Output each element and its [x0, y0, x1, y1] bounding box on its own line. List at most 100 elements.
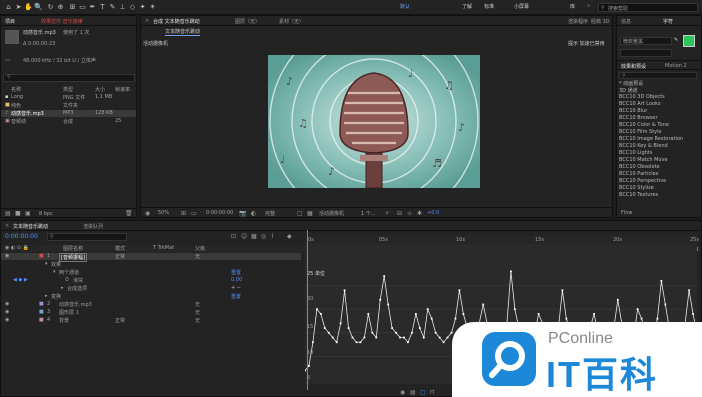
parent-select[interactable]: 无: [195, 253, 200, 260]
timeline-icon[interactable]: ⊟: [397, 210, 402, 217]
table-row[interactable]: ▸ 变换 重置: [1, 293, 301, 300]
draft-3d-icon[interactable]: ⊡: [231, 233, 236, 240]
show-properties-icon[interactable]: ◉: [400, 389, 405, 396]
roi-icon[interactable]: ▢: [297, 210, 303, 217]
label-color-icon[interactable]: ■: [39, 253, 44, 259]
motion-blur-icon[interactable]: ◎: [261, 233, 266, 240]
layer-name[interactable]: 背景: [59, 317, 69, 324]
graph-editor-icon[interactable]: ⌇: [271, 233, 274, 240]
table-row[interactable]: ▾ 两个通道 重置: [1, 269, 301, 276]
audio-icon[interactable]: ◉: [5, 301, 9, 307]
list-item[interactable]: ■ 纯色 文件夹: [1, 102, 136, 109]
tab-project[interactable]: 项目: [5, 18, 15, 25]
brush-tool-icon[interactable]: ✎: [108, 3, 117, 12]
channel-icon[interactable]: ◐: [251, 210, 256, 217]
workspace-standard[interactable]: 标准: [484, 3, 494, 10]
roto-tool-icon[interactable]: ✦: [138, 3, 147, 12]
reset-link[interactable]: 重置: [231, 269, 241, 276]
column-fps[interactable]: 帧速率: [115, 86, 130, 93]
camera-tool-icon[interactable]: ⊕: [56, 3, 65, 12]
fill-color-swatch[interactable]: [683, 35, 695, 47]
column-parent[interactable]: 父级: [195, 245, 205, 252]
slider-value[interactable]: 0.00: [231, 277, 242, 283]
visibility-icon[interactable]: ◉: [5, 253, 9, 259]
delete-icon[interactable]: 🗑: [125, 210, 133, 217]
compositing-toggle[interactable]: + −: [231, 285, 241, 291]
help-search[interactable]: ⚲ 搜索帮助: [598, 3, 698, 12]
stamp-tool-icon[interactable]: ⊥: [118, 3, 127, 12]
new-composition-icon[interactable]: ▣: [25, 210, 31, 217]
flowchart-icon[interactable]: ⊹: [407, 210, 412, 217]
effect-category[interactable]: BCC10 Textures: [619, 192, 699, 199]
tab-render-queue[interactable]: 渲染队列: [83, 223, 103, 230]
interpret-footage-icon[interactable]: ▤: [5, 210, 11, 217]
layer-name[interactable]: 图形层 1: [59, 309, 79, 316]
effect-category[interactable]: BCC10 Match Move: [619, 157, 699, 164]
fast-preview-icon[interactable]: ⚡: [385, 210, 389, 217]
tab-footage[interactable]: 素材（无）: [279, 18, 304, 25]
tab-info[interactable]: 信息: [621, 18, 631, 25]
graph-options-icon[interactable]: ▤: [410, 389, 416, 396]
mask-icon[interactable]: ▭: [191, 210, 197, 217]
flow-label[interactable]: Flow: [621, 210, 632, 216]
rotate-tool-icon[interactable]: ↻: [46, 3, 55, 12]
keyframe-nav-icon[interactable]: ◀ ◆ ▶: [13, 277, 28, 283]
visibility-icon[interactable]: ◉: [5, 317, 9, 323]
table-row[interactable]: ◉ ■ 3 图形层 1 无: [1, 309, 301, 316]
label-color-icon[interactable]: ■: [39, 309, 44, 315]
frame-blend-icon[interactable]: ▦: [251, 233, 257, 240]
parent-select[interactable]: 无: [195, 309, 200, 316]
always-preview-icon[interactable]: ◉: [145, 210, 150, 217]
font-family-select[interactable]: 微软雅黑: [620, 37, 672, 45]
exposure-icon[interactable]: ✱: [417, 210, 422, 217]
mode-select[interactable]: 正常: [115, 253, 125, 260]
workspace-library[interactable]: 库: [570, 3, 575, 10]
table-row[interactable]: ▾ 效果: [1, 261, 301, 268]
search-input[interactable]: 搜索帮助: [608, 5, 628, 12]
workspace-more-icon[interactable]: »: [587, 3, 590, 9]
table-row[interactable]: ◀ ◆ ▶ ⏱ 滑块 0.00: [1, 277, 301, 284]
effect-category[interactable]: BCC10 Browser: [619, 115, 699, 122]
tab-motion[interactable]: Motion 2: [665, 63, 687, 69]
tab-composition[interactable]: 合成 文本随音乐跳动: [153, 18, 200, 25]
comp-sub-tab[interactable]: 文本随音乐跳动: [165, 28, 201, 36]
effect-category[interactable]: BCC10 3D Objects: [619, 94, 699, 101]
effect-category[interactable]: BCC10 Lights: [619, 150, 699, 157]
parent-select[interactable]: 无: [195, 301, 200, 308]
playhead[interactable]: [307, 230, 308, 390]
parent-select[interactable]: 无: [195, 317, 200, 324]
home-icon[interactable]: ⌂: [4, 3, 13, 12]
tab-character[interactable]: 字符: [663, 18, 673, 25]
hand-tool-icon[interactable]: ✋: [24, 3, 33, 12]
list-item[interactable]: ▪ Long PNG 文件 1.1 MB: [1, 94, 136, 101]
list-item[interactable]: ♪ 动感音乐.mp3 MP3 128 KB: [1, 110, 136, 117]
exposure-value[interactable]: +0.0: [427, 210, 439, 216]
effect-category[interactable]: BCC10 Color & Tone: [619, 122, 699, 129]
project-search-input[interactable]: [3, 74, 135, 82]
transform-box-icon[interactable]: ▢: [420, 389, 426, 396]
effect-category[interactable]: * 动画预设: [619, 80, 699, 87]
puppet-tool-icon[interactable]: ✶: [148, 3, 157, 12]
keyframe-icon[interactable]: ◆: [287, 233, 292, 240]
effects-search-input[interactable]: ⚲: [619, 72, 697, 79]
views-select[interactable]: 1 个...: [361, 210, 376, 217]
workspace-default[interactable]: 默认: [400, 3, 410, 10]
effect-category[interactable]: BCC10 Image Restoration: [619, 136, 699, 143]
renderer-value[interactable]: 经典 3D: [591, 18, 610, 25]
layer-name[interactable]: 动感音乐.mp3: [59, 301, 92, 308]
transform-reset-link[interactable]: 重置: [231, 293, 241, 300]
effect-category[interactable]: BCC10 Blur: [619, 108, 699, 115]
table-row[interactable]: ◉ ■ 2 动感音乐.mp3 无: [1, 301, 301, 308]
snap-icon[interactable]: ⊓: [430, 389, 435, 396]
expand-icon[interactable]: ▸: [61, 285, 64, 291]
column-name[interactable]: 名称: [11, 86, 21, 93]
tab-effects-presets[interactable]: 效果和预设: [621, 63, 646, 70]
eraser-tool-icon[interactable]: ◇: [128, 3, 137, 12]
composition-viewer-image[interactable]: ♪ ♫ ♩ ♫ ♪ ♬ ♪ ♩: [268, 55, 480, 188]
tab-layer[interactable]: 图层（无）: [235, 18, 260, 25]
current-time[interactable]: 0:00:00:00: [206, 210, 233, 216]
selection-tool-icon[interactable]: ➤: [14, 3, 23, 12]
table-row[interactable]: ▸ 合成选项 + −: [1, 285, 301, 292]
effect-category[interactable]: BCC10 Stylize: [619, 185, 699, 192]
table-row[interactable]: ◉ ■ 1 [音频振幅] 正常 无: [1, 253, 301, 262]
